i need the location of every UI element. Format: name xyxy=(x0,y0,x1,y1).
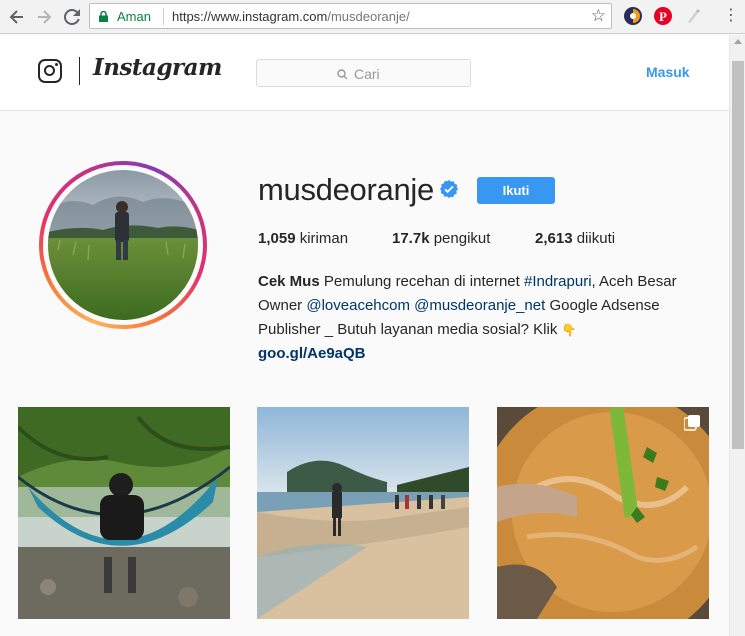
scroll-up-arrow-icon[interactable] xyxy=(734,39,742,44)
avatar[interactable] xyxy=(39,161,207,329)
scrollbar[interactable] xyxy=(729,35,745,636)
omnibox-separator xyxy=(163,8,164,25)
stat-posts[interactable]: 1,059 kiriman xyxy=(258,230,348,247)
pinterest-icon[interactable]: P xyxy=(654,7,672,25)
logo-divider xyxy=(79,57,80,85)
scroll-thumb[interactable] xyxy=(732,61,744,449)
follow-button[interactable]: Ikuti xyxy=(477,177,555,204)
avatar-photo xyxy=(48,170,198,320)
bio-website-link[interactable]: goo.gl/Ae9aQB xyxy=(258,345,366,362)
instagram-header: Instagram Cari Masuk xyxy=(0,35,729,111)
menu-icon[interactable]: ⋮ xyxy=(723,6,739,26)
login-link[interactable]: Masuk xyxy=(646,64,690,80)
stat-followers[interactable]: 17.7k pengikut xyxy=(392,230,490,247)
search-placeholder: Cari xyxy=(354,66,380,82)
lock-icon xyxy=(99,11,108,22)
bio-name: Cek Mus xyxy=(258,273,320,290)
profile-username: musdeoranje xyxy=(258,172,434,207)
search-icon xyxy=(337,68,348,79)
multiple-photos-icon xyxy=(684,415,700,431)
profile-bio: Cek Mus Pemulung recehan di internet #In… xyxy=(258,273,677,362)
post-thumbnail[interactable] xyxy=(18,407,230,619)
extension-icon-3[interactable] xyxy=(684,7,702,25)
forward-icon[interactable] xyxy=(33,6,55,28)
browser-toolbar: Aman https://www.instagram.com/musdeoran… xyxy=(0,0,745,34)
svg-text:P: P xyxy=(659,9,667,24)
reload-icon[interactable] xyxy=(61,6,83,28)
post-thumbnail[interactable] xyxy=(497,407,709,619)
address-bar[interactable]: Aman https://www.instagram.com/musdeoran… xyxy=(89,3,612,29)
instagram-wordmark[interactable]: Instagram xyxy=(93,54,222,81)
pointer-down-icon: 👇 xyxy=(561,323,577,337)
extension-icon-1[interactable] xyxy=(624,7,642,25)
bookmark-star-icon[interactable]: ☆ xyxy=(591,6,606,26)
stat-following[interactable]: 2,613 diikuti xyxy=(535,230,615,247)
post-thumbnail[interactable] xyxy=(257,407,469,619)
back-icon[interactable] xyxy=(6,6,28,28)
secure-label: Aman xyxy=(117,9,151,24)
verified-badge-icon xyxy=(440,180,458,198)
bio-mention-link[interactable]: @loveacehcom xyxy=(306,297,410,314)
search-input[interactable]: Cari xyxy=(256,59,471,87)
bio-mention-link[interactable]: @musdeoranje_net xyxy=(414,297,545,314)
bio-hashtag-link[interactable]: #Indrapuri xyxy=(524,273,592,290)
instagram-camera-icon[interactable] xyxy=(38,59,62,83)
url-text[interactable]: https://www.instagram.com/musdeoranje/ xyxy=(172,9,410,24)
